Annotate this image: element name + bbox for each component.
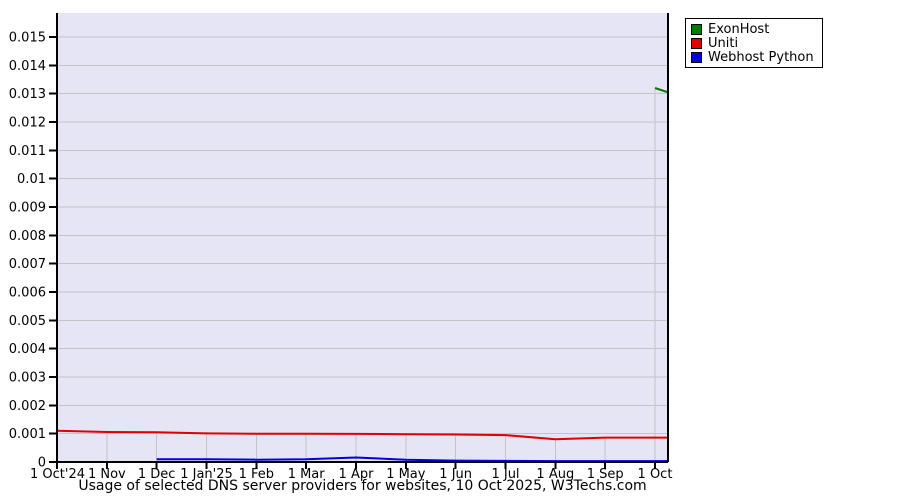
legend-swatch-webhost-python xyxy=(691,51,702,63)
legend: ExonHost Uniti Webhost Python xyxy=(685,18,823,68)
legend-item-webhost-python: Webhost Python xyxy=(691,50,814,64)
y-tick-label: 0.01 xyxy=(17,172,46,187)
y-tick-label: 0.014 xyxy=(9,59,46,74)
y-tick-label: 0.006 xyxy=(9,286,46,301)
y-tick-label: 0.007 xyxy=(9,257,46,272)
chart-title: Usage of selected DNS server providers f… xyxy=(78,478,647,494)
y-tick-label: 0.003 xyxy=(9,371,46,386)
y-tick-label: 0.002 xyxy=(9,399,46,414)
legend-label-webhost-python: Webhost Python xyxy=(708,49,814,65)
y-tick-label: 0.012 xyxy=(9,116,46,131)
legend-item-uniti: Uniti xyxy=(691,36,814,50)
legend-label-uniti: Uniti xyxy=(708,35,739,51)
chart-canvas: 00.0010.0020.0030.0040.0050.0060.0070.00… xyxy=(9,13,672,482)
legend-label-exonhost: ExonHost xyxy=(708,21,770,37)
y-tick-label: 0.013 xyxy=(9,87,46,102)
legend-swatch-exonhost xyxy=(691,23,702,35)
y-tick-label: 0.009 xyxy=(9,201,46,216)
y-tick-label: 0.011 xyxy=(9,144,46,159)
y-tick-label: 0.015 xyxy=(9,31,46,46)
w3techs-chart-screenshot: 0 0.001 0.002 0.003 0.004 0.005 0.006 0.007 0.00… xyxy=(0,0,900,500)
y-tick-label: 0.005 xyxy=(9,314,46,329)
y-axis-labels: 00.0010.0020.0030.0040.0050.0060.0070.00… xyxy=(9,31,46,471)
legend-item-exonhost: ExonHost xyxy=(691,22,814,36)
y-tick-label: 0.008 xyxy=(9,229,46,244)
y-tick-label: 0.004 xyxy=(9,342,46,357)
legend-swatch-uniti xyxy=(691,37,702,49)
y-tick-label: 0.001 xyxy=(9,427,46,442)
plot-area xyxy=(57,13,668,462)
